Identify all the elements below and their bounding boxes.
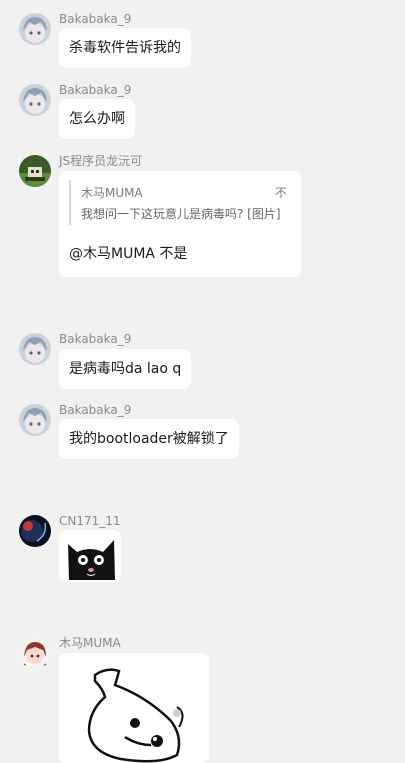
avatar-bakabaka[interactable] bbox=[19, 13, 51, 45]
sender-name: Bakabaka_9 bbox=[59, 83, 132, 97]
message-bubble[interactable]: 是病毒吗da lao q bbox=[59, 349, 192, 389]
avatar-js-programmer[interactable] bbox=[19, 155, 51, 187]
sender-name: Bakabaka_9 bbox=[59, 332, 132, 346]
reply-text: @木马MUMA 不是 bbox=[69, 246, 188, 262]
sender-name: JS程序员龙沅可 bbox=[59, 154, 143, 168]
quoted-time: 不 bbox=[274, 186, 287, 200]
quoted-reply[interactable]: 木马MUMA 不 我想问一下这玩意儿是病毒吗? [图片] bbox=[69, 180, 289, 225]
reply-message-bubble[interactable]: 木马MUMA 不 我想问一下这玩意儿是病毒吗? [图片] @木马MUMA 不是 bbox=[59, 171, 301, 277]
avatar-muma[interactable] bbox=[19, 637, 51, 669]
message-bubble[interactable]: 怎么办啊 bbox=[59, 99, 135, 139]
quoted-text: 我想问一下这玩意儿是病毒吗? [图片] bbox=[81, 207, 281, 221]
sender-name: CN171_11 bbox=[59, 514, 121, 528]
quoted-sender: 木马MUMA bbox=[81, 186, 143, 200]
sender-name: Bakabaka_9 bbox=[59, 12, 132, 26]
sender-name: 木马MUMA bbox=[59, 636, 121, 650]
sticker-white-blob[interactable] bbox=[59, 653, 209, 763]
avatar-bakabaka[interactable] bbox=[19, 84, 51, 116]
avatar-cn171[interactable] bbox=[19, 515, 51, 547]
message-bubble[interactable]: 杀毒软件告诉我的 bbox=[59, 28, 191, 68]
sender-name: Bakabaka_9 bbox=[59, 403, 132, 417]
avatar-bakabaka[interactable] bbox=[19, 333, 51, 365]
sticker-black-cat[interactable] bbox=[59, 530, 121, 582]
message-bubble[interactable]: 我的bootloader被解锁了 bbox=[59, 419, 239, 459]
avatar-bakabaka[interactable] bbox=[19, 404, 51, 436]
